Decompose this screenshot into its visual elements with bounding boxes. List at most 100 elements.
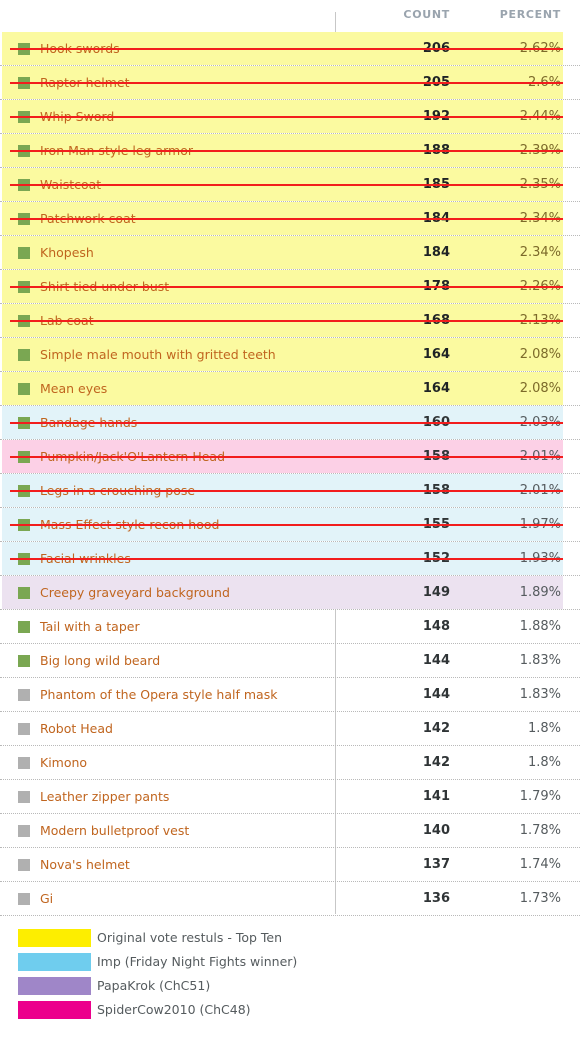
legend-color-swatch-icon <box>18 977 91 995</box>
row-cells: Modern bulletproof vest 140 1.78% <box>0 814 580 847</box>
vote-results-table-panel: COUNT PERCENT Hook swords 206 2.62% Raptor … <box>0 0 580 1039</box>
strikethrough-line <box>10 48 563 50</box>
table-row[interactable]: Creepy graveyard background 149 1.89% <box>0 576 580 610</box>
table-row[interactable]: Phantom of the Opera style half mask 144 1… <box>0 678 580 712</box>
row-cells: Khopesh 184 2.34% <box>0 236 580 269</box>
row-percent: 1.89% <box>519 585 561 600</box>
legend-color-swatch-icon <box>18 1001 91 1019</box>
row-percent: 1.8% <box>527 755 561 770</box>
row-label: Mean eyes <box>40 381 108 396</box>
table-header: COUNT PERCENT <box>0 0 580 32</box>
results-table: Hook swords 206 2.62% Raptor helmet 205 2.6% W… <box>0 32 580 916</box>
series-color-swatch-icon <box>18 247 30 259</box>
row-percent: 2.08% <box>519 381 561 396</box>
strikethrough-line <box>10 524 563 526</box>
legend-item: PapaKrok (ChC51) <box>0 974 580 998</box>
row-count: 144 <box>422 653 450 668</box>
series-color-swatch-icon <box>18 621 30 633</box>
row-cells: Creepy graveyard background 149 1.89% <box>0 576 580 609</box>
table-row[interactable]: Kimono 142 1.8% <box>0 746 580 780</box>
row-label: Khopesh <box>40 245 94 260</box>
series-color-swatch-icon <box>18 791 30 803</box>
series-color-swatch-icon <box>18 893 30 905</box>
row-label: Creepy graveyard background <box>40 585 230 600</box>
row-count: 136 <box>422 891 450 906</box>
row-cells: Big long wild beard 144 1.83% <box>0 644 580 677</box>
table-row[interactable]: Modern bulletproof vest 140 1.78% <box>0 814 580 848</box>
strikethrough-line <box>10 558 563 560</box>
row-count: 144 <box>422 687 450 702</box>
table-row[interactable]: Pumpkin/Jack'O'Lantern Head 158 2.01% <box>0 440 580 474</box>
row-percent: 1.88% <box>519 619 561 634</box>
strikethrough-line <box>10 286 563 288</box>
row-count: 137 <box>422 857 450 872</box>
row-cells: Phantom of the Opera style half mask 144 1… <box>0 678 580 711</box>
legend-label: Imp (Friday Night Fights winner) <box>97 954 298 969</box>
legend-label: PapaKrok (ChC51) <box>97 978 211 993</box>
legend-item: Imp (Friday Night Fights winner) <box>0 950 580 974</box>
series-color-swatch-icon <box>18 859 30 871</box>
row-count: 148 <box>422 619 450 634</box>
strikethrough-line <box>10 82 563 84</box>
row-label: Nova's helmet <box>40 857 130 872</box>
table-row[interactable]: Waistcoat 185 2.35% <box>0 168 580 202</box>
table-row[interactable]: Legs in a crouching pose 158 2.01% <box>0 474 580 508</box>
row-percent: 1.79% <box>519 789 561 804</box>
row-label: Robot Head <box>40 721 113 736</box>
strikethrough-line <box>10 150 563 152</box>
table-row[interactable]: Robot Head 142 1.8% <box>0 712 580 746</box>
table-row[interactable]: Facial wrinkles 152 1.93% <box>0 542 580 576</box>
row-count: 184 <box>422 245 450 260</box>
table-row[interactable]: Shirt tied under bust 178 2.26% <box>0 270 580 304</box>
row-percent: 1.83% <box>519 653 561 668</box>
table-row[interactable]: Leather zipper pants 141 1.79% <box>0 780 580 814</box>
strikethrough-line <box>10 320 563 322</box>
table-row[interactable]: Bandage hands 160 2.03% <box>0 406 580 440</box>
row-label: Kimono <box>40 755 88 770</box>
table-row[interactable]: Mean eyes 164 2.08% <box>0 372 580 406</box>
row-label: Tail with a taper <box>40 619 140 634</box>
row-cells: Gi 136 1.73% <box>0 882 580 915</box>
legend-label: Original vote restuls - Top Ten <box>97 930 283 945</box>
strikethrough-line <box>10 422 563 424</box>
series-color-swatch-icon <box>18 587 30 599</box>
legend-item: Original vote restuls - Top Ten <box>0 926 580 950</box>
strikethrough-line <box>10 456 563 458</box>
table-row[interactable]: Patchwork coat 184 2.34% <box>0 202 580 236</box>
row-label: Modern bulletproof vest <box>40 823 190 838</box>
table-row[interactable]: Simple male mouth with gritted teeth 164 2… <box>0 338 580 372</box>
row-cells: Kimono 142 1.8% <box>0 746 580 779</box>
row-cells: Mean eyes 164 2.08% <box>0 372 580 405</box>
table-row[interactable]: Tail with a taper 148 1.88% <box>0 610 580 644</box>
table-row[interactable]: Gi 136 1.73% <box>0 882 580 916</box>
row-count: 141 <box>422 789 450 804</box>
series-color-swatch-icon <box>18 723 30 735</box>
table-row[interactable]: Big long wild beard 144 1.83% <box>0 644 580 678</box>
table-row[interactable]: Hook swords 206 2.62% <box>0 32 580 66</box>
table-row[interactable]: Mass Effect style recon hood 155 1.97% <box>0 508 580 542</box>
table-row[interactable]: Khopesh 184 2.34% <box>0 236 580 270</box>
row-label: Phantom of the Opera style half mask <box>40 687 278 702</box>
column-header-percent: PERCENT <box>499 8 561 21</box>
row-percent: 1.73% <box>519 891 561 906</box>
legend-label: SpiderCow2010 (ChC48) <box>97 1002 251 1017</box>
row-percent: 1.74% <box>519 857 561 872</box>
series-color-swatch-icon <box>18 825 30 837</box>
row-count: 142 <box>422 721 450 736</box>
table-row[interactable]: Iron Man style leg armor 188 2.39% <box>0 134 580 168</box>
table-row[interactable]: Lab coat 168 2.13% <box>0 304 580 338</box>
strikethrough-line <box>10 116 563 118</box>
table-row[interactable]: Raptor helmet 205 2.6% <box>0 66 580 100</box>
legend-item: SpiderCow2010 (ChC48) <box>0 998 580 1022</box>
row-count: 140 <box>422 823 450 838</box>
legend: Original vote restuls - Top Ten Imp (Frid… <box>0 926 580 1022</box>
row-count: 149 <box>422 585 450 600</box>
legend-color-swatch-icon <box>18 929 91 947</box>
strikethrough-line <box>10 184 563 186</box>
series-color-swatch-icon <box>18 689 30 701</box>
table-row[interactable]: Whip Sword 192 2.44% <box>0 100 580 134</box>
strikethrough-line <box>10 218 563 220</box>
table-row[interactable]: Nova's helmet 137 1.74% <box>0 848 580 882</box>
row-percent: 2.34% <box>519 245 561 260</box>
strikethrough-line <box>10 490 563 492</box>
